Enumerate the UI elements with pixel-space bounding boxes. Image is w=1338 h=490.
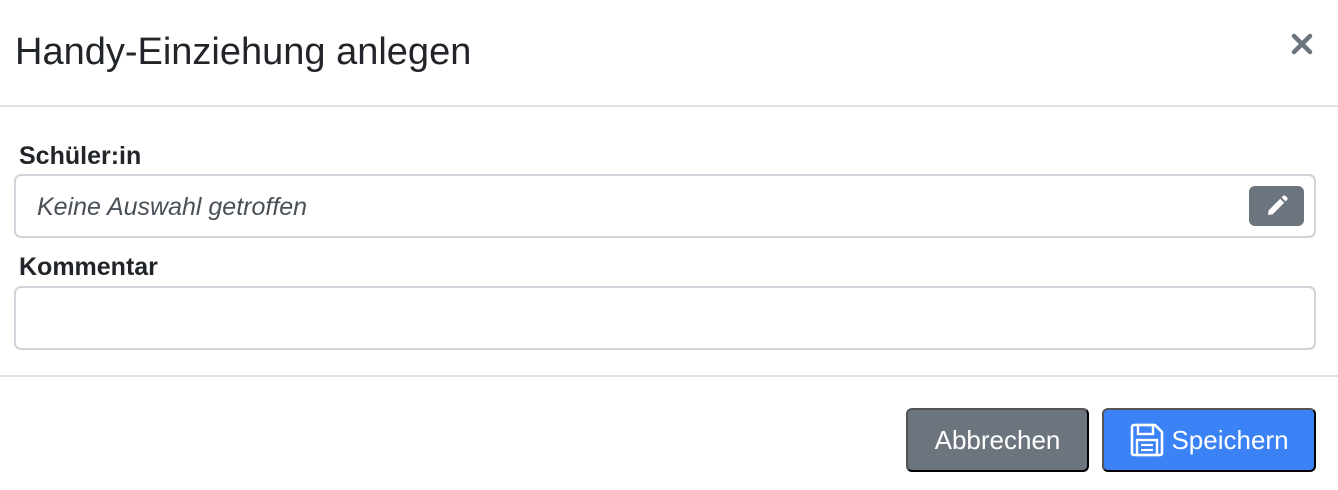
comment-label: Kommentar — [19, 253, 158, 281]
floppy-disk-icon — [1131, 423, 1164, 457]
close-button[interactable] — [1284, 26, 1320, 62]
student-select-field[interactable]: Keine Auswahl getroffen — [14, 174, 1316, 238]
pencil-icon — [1267, 195, 1288, 215]
comment-field-wrapper — [14, 286, 1316, 350]
cancel-button[interactable]: Abbrechen — [906, 408, 1089, 472]
student-label: Schüler:in — [19, 142, 142, 170]
modal-dialog: Handy-Einziehung anlegen Schüler:in Kein… — [0, 0, 1338, 490]
modal-footer: Abbrechen Speichern — [0, 375, 1338, 490]
cancel-button-label: Abbrechen — [934, 424, 1061, 455]
modal-title: Handy-Einziehung anlegen — [15, 31, 472, 73]
modal-header: Handy-Einziehung anlegen — [0, 0, 1338, 107]
student-placeholder: Keine Auswahl getroffen — [37, 193, 308, 221]
save-button[interactable]: Speichern — [1102, 408, 1316, 472]
edit-student-button[interactable] — [1249, 186, 1304, 226]
comment-input[interactable] — [16, 288, 1314, 348]
close-icon — [1291, 33, 1313, 55]
save-button-label: Speichern — [1171, 424, 1289, 455]
modal-body: Schüler:in Keine Auswahl getroffen Komme… — [0, 107, 1338, 377]
